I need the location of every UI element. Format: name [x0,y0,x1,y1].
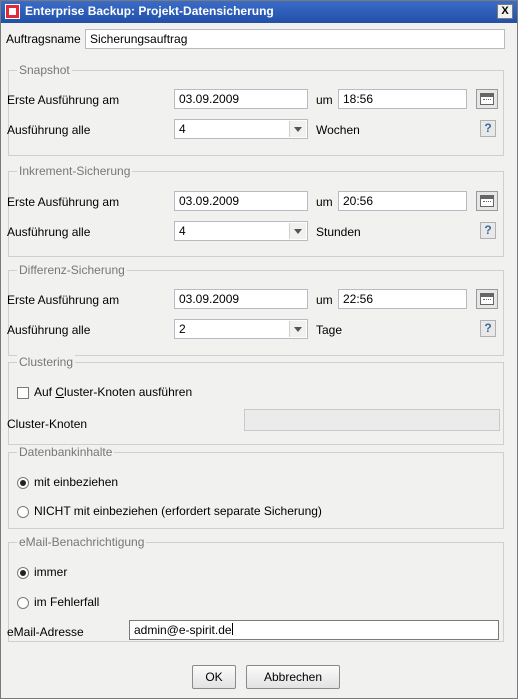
differential-group: Differenz-Sicherung Erste Ausführung am … [7,263,504,356]
ok-button[interactable]: OK [192,665,236,689]
differential-help-button[interactable]: ? [480,320,496,337]
snapshot-unit-label: Wochen [316,123,360,137]
incremental-interval-select[interactable]: 4 [174,221,308,241]
incremental-time-input[interactable]: 20:56 [338,191,467,211]
database-exclude-radio[interactable] [17,506,29,518]
email-always-label[interactable]: immer [34,565,67,579]
incremental-legend: Inkrement-Sicherung [17,164,133,178]
cluster-node-field [244,409,500,431]
email-address-value: admin@e-spirit.de [134,623,232,637]
cluster-node-label: Cluster-Knoten [7,417,88,431]
differential-interval-select[interactable]: 2 [174,319,308,339]
differential-every-label: Ausführung alle [7,323,91,337]
incremental-interval-value: 4 [179,224,186,238]
email-group: eMail-Benachrichtigung immer im Fehlerfa… [7,535,504,642]
differential-first-run-label: Erste Ausführung am [7,293,120,307]
close-button[interactable]: X [497,4,513,19]
snapshot-group: Snapshot Erste Ausführung am 03.09.2009 … [7,63,504,156]
differential-calendar-button[interactable] [476,289,498,309]
snapshot-interval-value: 4 [179,122,186,136]
differential-at-label: um [316,293,333,307]
differential-time-input[interactable]: 22:56 [338,289,467,309]
incremental-every-label: Ausführung alle [7,225,91,239]
differential-legend: Differenz-Sicherung [17,263,127,277]
snapshot-legend: Snapshot [17,63,72,77]
differential-interval-value: 2 [179,322,186,336]
calendar-icon [480,93,494,105]
email-error-radio[interactable] [17,597,29,609]
email-address-label: eMail-Adresse [7,625,84,639]
incremental-first-run-label: Erste Ausführung am [7,195,120,209]
snapshot-calendar-button[interactable] [476,89,498,109]
email-legend: eMail-Benachrichtigung [17,535,147,549]
calendar-icon [480,195,494,207]
incremental-at-label: um [316,195,333,209]
email-always-radio[interactable] [17,567,29,579]
incremental-group: Inkrement-Sicherung Erste Ausführung am … [7,164,504,257]
snapshot-interval-select[interactable]: 4 [174,119,308,139]
backup-dialog: Enterprise Backup: Projekt-Datensicherun… [0,0,518,699]
database-group: Datenbankinhalte mit einbeziehen NICHT m… [8,445,504,529]
database-legend: Datenbankinhalte [17,445,115,459]
database-include-label[interactable]: mit einbeziehen [34,475,118,489]
incremental-unit-label: Stunden [316,225,361,239]
app-icon [5,4,20,19]
database-exclude-label[interactable]: NICHT mit einbeziehen (erfordert separat… [34,504,322,518]
differential-unit-label: Tage [316,323,343,337]
window-title: Enterprise Backup: Projekt-Datensicherun… [25,4,274,18]
email-address-input[interactable]: admin@e-spirit.de [129,620,499,640]
clustering-group: Clustering Auf Cluster-Knoten ausführen … [7,355,504,445]
text-cursor [231,623,233,635]
snapshot-at-label: um [316,93,333,107]
title-bar: Enterprise Backup: Projekt-Datensicherun… [1,1,517,23]
snapshot-first-run-label: Erste Ausführung am [7,93,120,107]
snapshot-every-label: Ausführung alle [7,123,91,137]
chevron-down-icon[interactable] [289,321,306,337]
cancel-button[interactable]: Abbrechen [246,665,340,689]
incremental-date-input[interactable]: 03.09.2009 [174,191,308,211]
database-include-radio[interactable] [17,477,29,489]
snapshot-time-input[interactable]: 18:56 [338,89,467,109]
job-name-label: Auftragsname [6,32,81,46]
differential-date-input[interactable]: 03.09.2009 [174,289,308,309]
snapshot-help-button[interactable]: ? [480,120,496,137]
incremental-help-button[interactable]: ? [480,222,496,239]
cluster-checkbox[interactable] [17,387,29,399]
email-error-label[interactable]: im Fehlerfall [34,595,99,609]
snapshot-date-input[interactable]: 03.09.2009 [174,89,308,109]
chevron-down-icon[interactable] [289,121,306,137]
job-name-input[interactable]: Sicherungsauftrag [85,29,505,49]
incremental-calendar-button[interactable] [476,191,498,211]
clustering-legend: Clustering [17,355,76,369]
calendar-icon [480,293,494,305]
chevron-down-icon[interactable] [289,223,306,239]
cluster-checkbox-label[interactable]: Auf Cluster-Knoten ausführen [34,385,192,399]
